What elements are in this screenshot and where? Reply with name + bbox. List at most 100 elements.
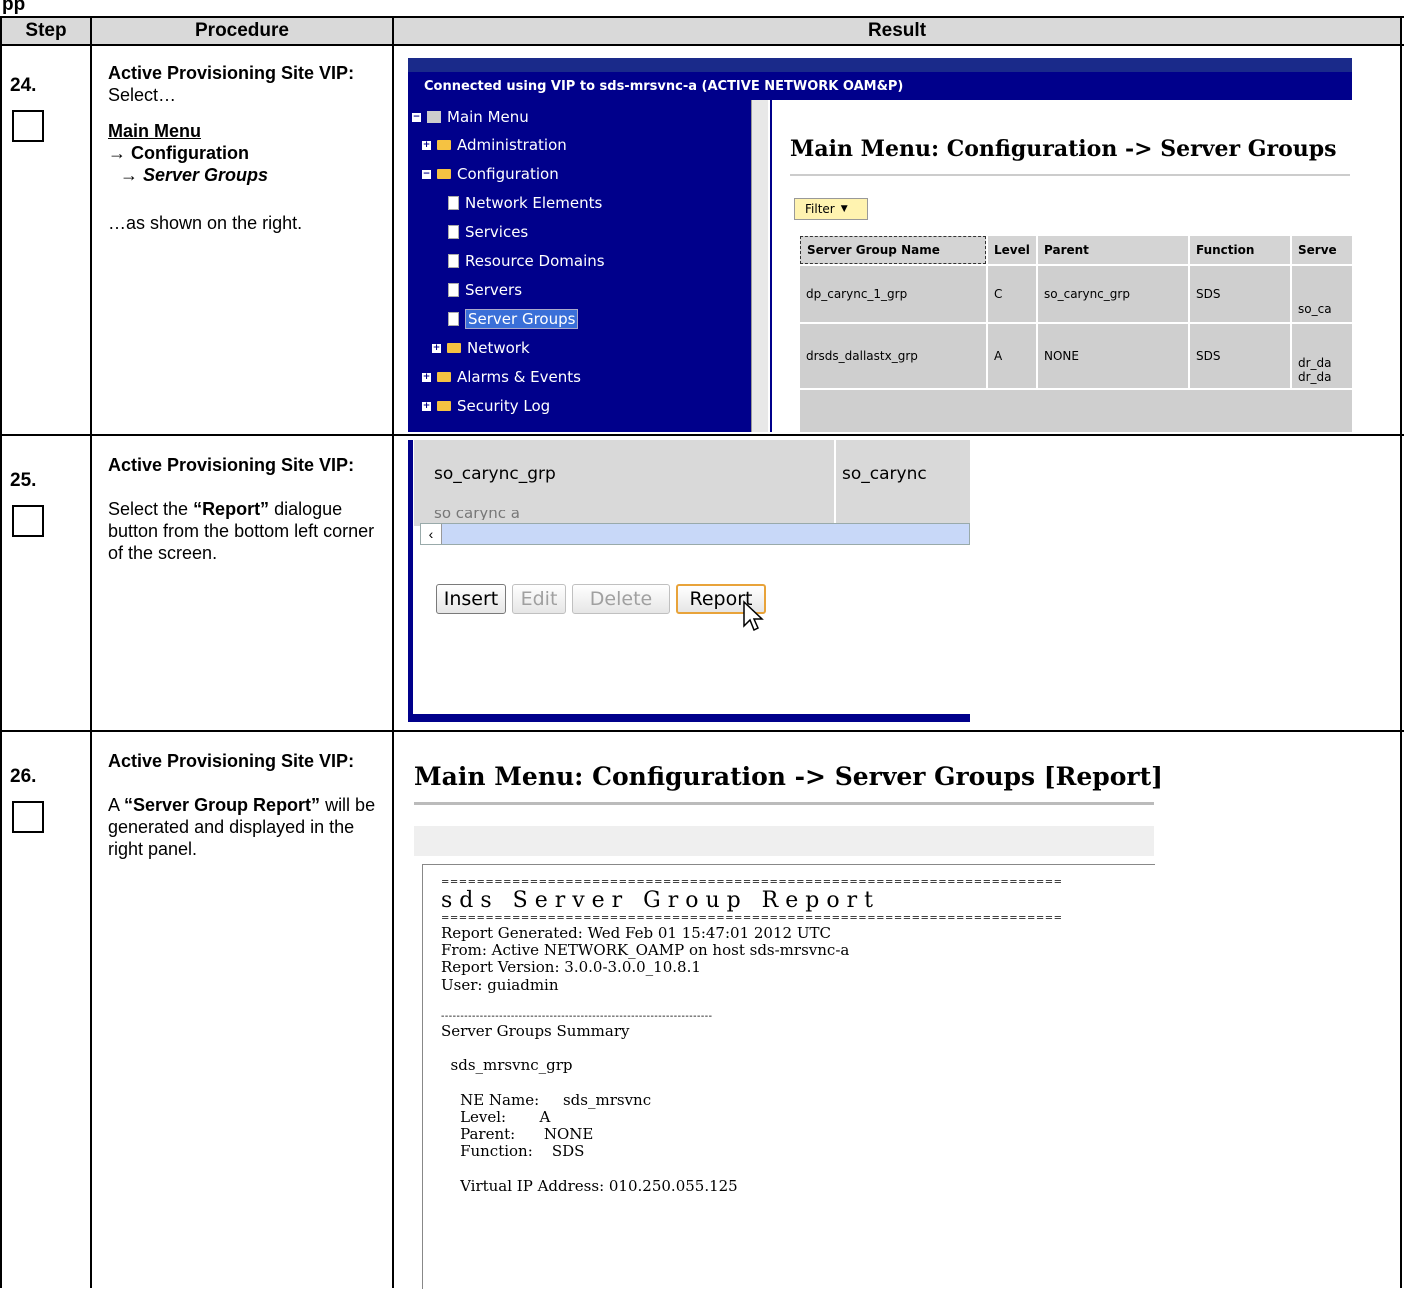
column-header-level[interactable]: Level <box>988 236 1036 264</box>
connection-banner: Connected using VIP to sds-mrsvnc-a (ACT… <box>408 72 1352 100</box>
table-cell[interactable]: C <box>988 266 1036 322</box>
column-header-parent[interactable]: Parent <box>1038 236 1188 264</box>
step-title: Active Provisioning Site VIP: <box>108 63 355 83</box>
insert-button[interactable]: Insert <box>436 584 506 614</box>
step-checkbox[interactable] <box>12 505 44 537</box>
screenshot-top-strip <box>408 58 1352 72</box>
report-line: Level: A <box>441 1108 551 1127</box>
table-cell[interactable]: so_carync <box>836 440 970 526</box>
screenshot-step25: so_carync_grp so_carync so carync a ‹ In… <box>408 440 970 722</box>
table-cell[interactable]: SDS <box>1190 324 1290 388</box>
column-header-servers[interactable]: Serve <box>1292 236 1352 264</box>
table-cell[interactable]: NONE <box>1038 324 1188 388</box>
edit-button[interactable]: Edit <box>512 584 566 614</box>
table-border-row25 <box>0 730 1404 732</box>
report-line: Report Version: 3.0.0-3.0.0_10.8.1 <box>441 958 701 977</box>
table-cell[interactable]: drsds_dallastx_grp <box>800 324 986 388</box>
page-title: Main Menu: Configuration -> Server Group… <box>790 136 1337 162</box>
result-column-header: Result <box>394 18 1400 44</box>
step-title: Active Provisioning Site VIP: <box>108 751 355 771</box>
menu-path-server-groups: → Server Groups <box>120 165 269 185</box>
tree-scrollbar[interactable] <box>751 100 768 432</box>
step-text: Select the “Report” dialogue button from… <box>108 499 375 563</box>
column-header-server-group-name[interactable]: Server Group Name <box>800 236 986 264</box>
buttons-area <box>414 560 970 712</box>
screenshot-step24: Connected using VIP to sds-mrsvnc-a (ACT… <box>408 58 1352 432</box>
report-line: Function: SDS <box>441 1142 585 1161</box>
table-border-top <box>0 16 1404 18</box>
table-border-row24 <box>0 434 1404 436</box>
step-procedure: Active Provisioning Site VIP: Select the… <box>108 454 383 564</box>
table-border-header <box>0 44 1404 46</box>
table-border-step <box>90 16 92 1288</box>
report-line <box>441 994 1063 1011</box>
tree-item-network-elements[interactable]: Network Elements <box>448 192 602 214</box>
scroll-left-icon[interactable]: ‹ <box>421 524 442 544</box>
report-text: ========================================… <box>441 877 1063 1195</box>
filter-button[interactable]: Filter ▼ <box>794 198 868 220</box>
panel-left-edge <box>408 440 413 722</box>
report-line: Server Groups Summary <box>441 1022 630 1041</box>
step-text: …as shown on the right. <box>108 213 303 233</box>
mouse-cursor-icon <box>743 600 764 632</box>
tree-item-network[interactable]: + Network <box>432 337 530 359</box>
table-row[interactable] <box>800 390 1352 432</box>
report-frame: ========================================… <box>422 864 1155 1289</box>
report-line <box>441 1075 1063 1092</box>
table-border-right <box>1400 16 1402 1288</box>
table-cell[interactable]: so_carync_grp <box>1038 266 1188 322</box>
table-border-left <box>0 16 2 1288</box>
table-cell-partial: so carync a <box>434 510 520 520</box>
table-border-procedure <box>392 16 394 1288</box>
report-line: From: Active NETWORK_OAMP on host sds-mr… <box>441 941 850 960</box>
horizontal-scrollbar[interactable]: ‹ <box>420 523 970 545</box>
tree-item-main-menu[interactable]: − Main Menu <box>412 106 529 128</box>
report-toolbar <box>414 826 1154 856</box>
tree-item-administration[interactable]: + Administration <box>422 134 567 156</box>
table-cell[interactable]: A <box>988 324 1036 388</box>
step-procedure: Active Provisioning Site VIP: Select… Ma… <box>108 62 383 234</box>
tree-item-server-groups[interactable]: Server Groups <box>448 308 579 330</box>
report-line: Parent: NONE <box>441 1125 594 1144</box>
tree-item-services[interactable]: Services <box>448 221 528 243</box>
column-header-function[interactable]: Function <box>1190 236 1290 264</box>
step-number: 26. <box>10 766 37 787</box>
step-title: Active Provisioning Site VIP: <box>108 455 355 475</box>
step-number: 24. <box>10 75 37 96</box>
report-line: Virtual IP Address: 010.250.055.125 <box>441 1176 738 1195</box>
table-cell[interactable]: so_ca <box>1292 266 1352 322</box>
step-number: 25. <box>10 470 37 491</box>
panel-bottom-edge <box>408 714 970 722</box>
main-menu-tree: − Main Menu + Administration − Configuratio… <box>408 100 768 432</box>
step-procedure: Active Provisioning Site VIP: A “Server … <box>108 750 383 860</box>
tree-item-security-log[interactable]: + Security Log <box>422 395 550 417</box>
report-line <box>441 1161 1063 1178</box>
report-page-title: Main Menu: Configuration -> Server Group… <box>414 762 1163 791</box>
tree-item-alarms-events[interactable]: + Alarms & Events <box>422 366 581 388</box>
report-title-underline <box>414 802 1154 805</box>
chevron-down-icon: ▼ <box>840 204 848 214</box>
table-cell[interactable]: dr_da dr_da <box>1292 324 1352 388</box>
step-text: Select… <box>108 85 177 105</box>
delete-button[interactable]: Delete <box>572 584 670 614</box>
tree-item-servers[interactable]: Servers <box>448 279 522 301</box>
table-cell[interactable]: SDS <box>1190 266 1290 322</box>
report-line: NE Name: sds_mrsvnc <box>441 1090 652 1109</box>
tree-item-resource-domains[interactable]: Resource Domains <box>448 250 605 272</box>
step-text: A “Server Group Report” will be generate… <box>108 795 376 859</box>
report-line: sds_mrsvnc_grp <box>441 1056 573 1075</box>
report-line: User: guiadmin <box>441 975 559 994</box>
step-column-header: Step <box>2 18 90 44</box>
step-checkbox[interactable] <box>12 110 44 142</box>
title-underline <box>790 174 1350 176</box>
step-checkbox[interactable] <box>12 801 44 833</box>
menu-path-root: Main Menu <box>108 121 201 141</box>
report-line: Report Generated: Wed Feb 01 15:47:01 20… <box>441 924 831 942</box>
tree-item-configuration[interactable]: − Configuration <box>422 163 559 185</box>
report-line <box>441 1040 1063 1057</box>
procedure-column-header: Procedure <box>92 18 392 44</box>
report-line: s d s S e r v e r G r o u p R e p o r t <box>441 888 873 913</box>
header-fragment: pp <box>2 0 26 15</box>
menu-path-configuration: → Configuration <box>108 143 249 163</box>
table-cell[interactable]: dp_carync_1_grp <box>800 266 986 322</box>
